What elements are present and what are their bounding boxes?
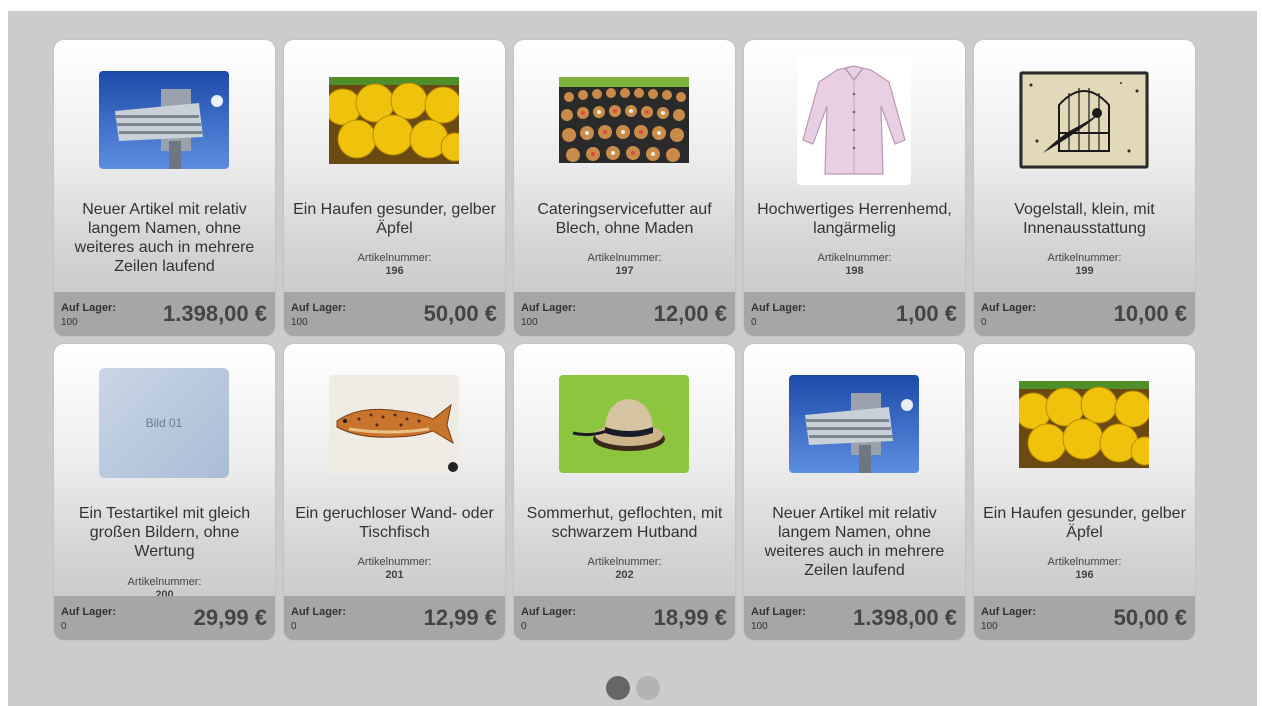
- product-price: 29,99 €: [193, 605, 267, 630]
- stock-value: 100: [291, 317, 308, 328]
- product-card[interactable]: Ein geruchloser Wand- oder Tischfisch Ar…: [284, 344, 505, 640]
- product-card[interactable]: Ein Haufen gesunder, gelber Äpfel Artike…: [974, 344, 1195, 640]
- article-number: Artikelnummer: 202: [514, 556, 735, 582]
- article-number-value: 199: [1075, 265, 1094, 277]
- article-number: Artikelnummer: 201: [284, 556, 505, 582]
- article-number-value: 202: [615, 569, 634, 581]
- product-footer: Auf Lager: 0 18,99 €: [514, 596, 735, 640]
- stock-value: 0: [521, 621, 527, 632]
- product-image-catering-tray[interactable]: [559, 71, 689, 169]
- stock-value: 100: [61, 317, 78, 328]
- product-image-fish[interactable]: [329, 375, 459, 473]
- product-price: 1,00 €: [895, 301, 957, 326]
- placeholder-text: Bild 01: [145, 416, 183, 430]
- product-card[interactable]: Neuer Artikel mit relativ langem Namen, …: [744, 344, 965, 640]
- product-card[interactable]: Neuer Artikel mit relativ langem Namen, …: [54, 40, 275, 336]
- product-image-building[interactable]: [99, 71, 229, 169]
- article-number: Artikelnummer: 196: [284, 252, 505, 278]
- stock-label: Auf Lager:: [981, 606, 1036, 618]
- article-number-value: 196: [385, 265, 404, 277]
- product-image-hat[interactable]: [559, 375, 689, 473]
- product-footer: Auf Lager: 0 1,00 €: [744, 292, 965, 336]
- stock-label: Auf Lager:: [521, 302, 576, 314]
- product-footer: Auf Lager: 100 1.398,00 €: [54, 292, 275, 336]
- product-footer: Auf Lager: 100 50,00 €: [974, 596, 1195, 640]
- product-image-shirt[interactable]: [797, 54, 911, 185]
- article-number: Artikelnummer: 196: [974, 556, 1195, 582]
- stock-value: 100: [981, 621, 998, 632]
- stock-label: Auf Lager:: [521, 606, 576, 618]
- stock-label: Auf Lager:: [61, 302, 116, 314]
- product-card[interactable]: Ein Haufen gesunder, gelber Äpfel Artike…: [284, 40, 505, 336]
- product-price: 50,00 €: [1113, 605, 1187, 630]
- stock-value: 0: [751, 317, 757, 328]
- article-number: Artikelnummer: 199: [974, 252, 1195, 278]
- product-card[interactable]: Vogelstall, klein, mit Innenausstattung …: [974, 40, 1195, 336]
- product-title[interactable]: Cateringservicefutter auf Blech, ohne Ma…: [522, 200, 727, 238]
- stock-value: 100: [751, 621, 768, 632]
- product-card[interactable]: Hochwertiges Herrenhemd, langärmelig Art…: [744, 40, 965, 336]
- product-title[interactable]: Vogelstall, klein, mit Innenausstattung: [982, 200, 1187, 238]
- product-title[interactable]: Neuer Artikel mit relativ langem Namen, …: [752, 504, 957, 580]
- stock-label: Auf Lager:: [291, 302, 346, 314]
- product-price: 10,00 €: [1113, 301, 1187, 326]
- article-number-value: 198: [845, 265, 864, 277]
- product-footer: Auf Lager: 0 29,99 €: [54, 596, 275, 640]
- article-number-label: Artikelnummer:: [127, 576, 202, 588]
- product-title[interactable]: Ein Haufen gesunder, gelber Äpfel: [292, 200, 497, 238]
- article-number-value: 197: [615, 265, 634, 277]
- pagination-dot-1[interactable]: [606, 676, 630, 700]
- product-image-placeholder[interactable]: Bild 01: [99, 368, 229, 478]
- article-number-label: Artikelnummer:: [357, 556, 432, 568]
- article-number-label: Artikelnummer:: [1047, 556, 1122, 568]
- product-title[interactable]: Neuer Artikel mit relativ langem Namen, …: [62, 200, 267, 276]
- pagination-dots: [606, 676, 660, 700]
- stock-value: 0: [61, 621, 67, 632]
- product-price: 50,00 €: [423, 301, 497, 326]
- article-number-value: 201: [385, 569, 404, 581]
- article-number-value: 196: [1075, 569, 1094, 581]
- article-number-label: Artikelnummer:: [1047, 252, 1122, 264]
- article-number-label: Artikelnummer:: [587, 252, 662, 264]
- article-number: Artikelnummer: 198: [744, 252, 965, 278]
- product-footer: Auf Lager: 0 12,99 €: [284, 596, 505, 640]
- article-number-label: Artikelnummer:: [587, 556, 662, 568]
- product-title[interactable]: Hochwertiges Herrenhemd, langärmelig: [752, 200, 957, 238]
- stock-label: Auf Lager:: [751, 302, 806, 314]
- product-card[interactable]: Sommerhut, geflochten, mit schwarzem Hut…: [514, 344, 735, 640]
- article-number-label: Artikelnummer:: [817, 252, 892, 264]
- product-image-apples[interactable]: [1019, 375, 1149, 473]
- product-price: 12,99 €: [423, 605, 497, 630]
- product-price: 1.398,00 €: [163, 301, 267, 326]
- product-slider: Neuer Artikel mit relativ langem Namen, …: [8, 11, 1257, 706]
- product-footer: Auf Lager: 100 12,00 €: [514, 292, 735, 336]
- stock-value: 0: [291, 621, 297, 632]
- product-image-building[interactable]: [789, 375, 919, 473]
- product-price: 18,99 €: [653, 605, 727, 630]
- product-card[interactable]: Bild 01 Ein Testartikel mit gleich große…: [54, 344, 275, 640]
- product-title[interactable]: Ein Testartikel mit gleich großen Bilder…: [62, 504, 267, 561]
- product-footer: Auf Lager: 0 10,00 €: [974, 292, 1195, 336]
- product-footer: Auf Lager: 100 1.398,00 €: [744, 596, 965, 640]
- pagination-dot-2[interactable]: [636, 676, 660, 700]
- product-title[interactable]: Ein geruchloser Wand- oder Tischfisch: [292, 504, 497, 542]
- article-number: Artikelnummer: 197: [514, 252, 735, 278]
- product-price: 12,00 €: [653, 301, 727, 326]
- stock-label: Auf Lager:: [291, 606, 346, 618]
- product-image-apples[interactable]: [329, 71, 459, 169]
- stock-value: 100: [521, 317, 538, 328]
- stock-value: 0: [981, 317, 987, 328]
- stock-label: Auf Lager:: [751, 606, 806, 618]
- product-price: 1.398,00 €: [853, 605, 957, 630]
- product-image-birdcage[interactable]: [1019, 71, 1149, 169]
- product-footer: Auf Lager: 100 50,00 €: [284, 292, 505, 336]
- stock-label: Auf Lager:: [981, 302, 1036, 314]
- article-number-label: Artikelnummer:: [357, 252, 432, 264]
- product-card[interactable]: Cateringservicefutter auf Blech, ohne Ma…: [514, 40, 735, 336]
- product-title[interactable]: Ein Haufen gesunder, gelber Äpfel: [982, 504, 1187, 542]
- stock-label: Auf Lager:: [61, 606, 116, 618]
- product-title[interactable]: Sommerhut, geflochten, mit schwarzem Hut…: [522, 504, 727, 542]
